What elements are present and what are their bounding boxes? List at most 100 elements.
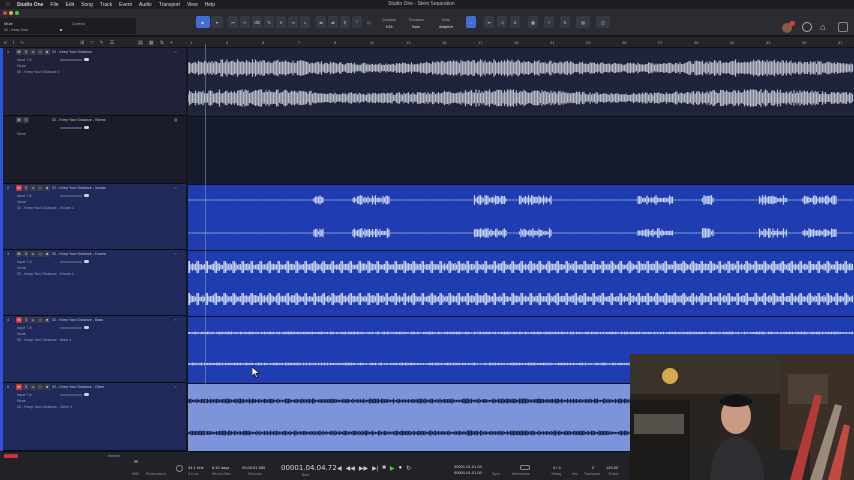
track-color-strip[interactable] — [0, 250, 3, 316]
track-dropdown-icon[interactable] — [60, 29, 62, 31]
track-name[interactable]: 02 - Keep Your Distance - Bass — [52, 318, 103, 322]
input-monitor-button[interactable]: ■ — [44, 185, 50, 191]
mute-button[interactable]: M — [16, 384, 22, 390]
timeline-ruler[interactable]: 1 3 5 7 9 11 13 15 17 19 21 23 25 27 29 31 33 35 37 — [188, 37, 854, 48]
playhead[interactable] — [205, 44, 206, 451]
mute-button[interactable]: M — [16, 317, 22, 323]
input-monitor-button[interactable]: ■ — [44, 49, 50, 55]
zoom-window-icon[interactable] — [15, 11, 19, 15]
fast-forward-icon[interactable]: ▶▶ — [359, 465, 368, 472]
snap-toggle-button[interactable]: • — [466, 16, 476, 28]
folder-icon[interactable]: □ — [90, 40, 93, 46]
solo-button[interactable]: S — [23, 117, 29, 123]
menu-view[interactable]: View — [187, 2, 198, 8]
track-header[interactable]: 4 M S ● ◁ ■ 02 - Keep Your Distance - Ba… — [0, 316, 186, 383]
listen-tool-button[interactable]: ♫ — [300, 16, 310, 28]
mute-tool-button[interactable]: ✕ — [276, 16, 286, 28]
automation-icon[interactable]: ∿ — [20, 40, 24, 46]
paint-tool-button[interactable]: ✎ — [264, 16, 274, 28]
quantize-select[interactable]: 1/16 — [378, 25, 400, 29]
track-header[interactable]: M S 02 - Keep Your Distance - Stems ▧ No… — [0, 116, 186, 184]
track-header[interactable]: 2 M S ● ◁ ■ 02 - Keep Your Distance - Vo… — [0, 184, 186, 250]
pan-toggle-icon[interactable] — [84, 393, 89, 396]
pencil-icon[interactable]: ✎ — [99, 40, 103, 46]
performance-label[interactable]: Performance — [146, 472, 166, 476]
iq-label[interactable]: IQ — [364, 21, 374, 25]
range-tool-button[interactable]: ↦ — [228, 16, 238, 28]
metronome-label[interactable]: Metronome — [512, 472, 530, 476]
mute-button[interactable]: M — [16, 251, 22, 257]
pan-toggle-icon[interactable] — [84, 326, 89, 329]
volume-fader[interactable] — [60, 394, 82, 396]
track-input[interactable]: Input 7-8 — [17, 393, 32, 397]
monitor-button[interactable]: ◁ — [37, 317, 43, 323]
inspector-icon[interactable]: i — [13, 40, 14, 46]
track-header[interactable]: 1 M S ● ◁ ■ 02 - Keep Your Distance ∿ In… — [0, 48, 186, 116]
track-input[interactable]: Input 7-8 — [17, 326, 32, 330]
arrow-tool-dropdown-icon[interactable]: ▾ — [211, 16, 223, 28]
track-list-menu-icon[interactable]: ≡ — [4, 40, 7, 46]
pan-toggle-icon[interactable] — [84, 260, 89, 263]
apple-icon[interactable]:  — [6, 2, 10, 8]
snap-select[interactable]: Adaptive — [432, 25, 460, 29]
metronome-icon[interactable] — [520, 465, 530, 470]
list-icon[interactable]: ☰ — [110, 40, 114, 46]
transpose-value[interactable]: 0 — [592, 465, 594, 470]
record-arm-all-button[interactable] — [4, 454, 18, 458]
crossfade-button[interactable]: ⨯ — [510, 16, 520, 28]
track-output[interactable]: 02 - Keep Your Distance - Other 1 — [17, 405, 72, 409]
track-color-strip[interactable] — [0, 48, 3, 116]
folder-icon[interactable]: ▧ — [174, 118, 177, 122]
arrow-tool-button[interactable]: ▶ — [196, 16, 210, 28]
zoom-tool-button[interactable]: ⚲ — [340, 16, 350, 28]
track-none-select[interactable]: None — [17, 332, 26, 336]
record-arm-button[interactable]: ● — [30, 384, 36, 390]
solo-button[interactable]: S — [23, 49, 29, 55]
minimize-window-icon[interactable] — [9, 11, 13, 15]
sync-button[interactable]: ↻ — [560, 16, 570, 28]
track-header[interactable]: 3 M S ● ◁ ■ 02 - Keep Your Distance - Dr… — [0, 250, 186, 316]
track-header[interactable]: 5 M S ● ◁ ■ 02 - Keep Your Distance - Ot… — [0, 383, 186, 451]
rewind-icon[interactable]: ◀◀ — [346, 465, 355, 472]
mute-button[interactable]: M — [16, 49, 22, 55]
account-icon[interactable] — [802, 22, 812, 32]
track-output[interactable]: 02 - Keep Your Distance - Vocals 1 — [17, 206, 74, 210]
input-monitor-button[interactable]: ■ — [44, 384, 50, 390]
input-monitor-button[interactable]: ■ — [44, 317, 50, 323]
track-name[interactable]: 02 - Keep Your Distance - Drums — [52, 252, 106, 256]
help-button[interactable]: ? — [544, 16, 554, 28]
track-none-select[interactable]: None — [17, 399, 26, 403]
menu-song[interactable]: Song — [81, 2, 93, 8]
automation-lane-icon[interactable]: ∿ — [174, 252, 177, 256]
record-arm-button[interactable]: ● — [30, 251, 36, 257]
input-monitor-button[interactable]: ■ — [44, 251, 50, 257]
eraser-tool-button[interactable]: ⌫ — [252, 16, 262, 28]
loop-icon[interactable]: ↻ — [406, 465, 411, 472]
track-none-select[interactable]: None — [17, 200, 26, 204]
track-output[interactable]: 02 - Keep Your Distance 1 — [17, 70, 60, 74]
menu-edit[interactable]: Edit — [65, 2, 74, 8]
volume-fader[interactable] — [60, 127, 82, 129]
volume-fader[interactable] — [60, 195, 82, 197]
track-input[interactable]: Input 7-8 — [17, 260, 32, 264]
locate-button[interactable]: ⇄ — [328, 16, 338, 28]
automation-lane-icon[interactable]: ∿ — [174, 318, 177, 322]
pan-toggle-icon[interactable] — [84, 126, 89, 129]
track-none-select[interactable]: None — [17, 132, 26, 136]
monitor-button[interactable]: ◁ — [37, 384, 43, 390]
pan-toggle-icon[interactable] — [84, 58, 89, 61]
menu-help[interactable]: Help — [205, 2, 215, 8]
track-name[interactable]: 02 - Keep Your Distance - Stems — [52, 118, 106, 122]
track-color-strip[interactable] — [0, 116, 3, 184]
split-tool-button[interactable]: ✂ — [240, 16, 250, 28]
close-window-icon[interactable] — [3, 11, 7, 15]
add-track-icon[interactable]: ⊞ — [80, 40, 84, 46]
menu-event[interactable]: Event — [119, 2, 132, 8]
monitor-button[interactable]: ◁ — [37, 251, 43, 257]
position-display[interactable]: 00001.04.04.72 — [281, 464, 337, 472]
record-arm-button[interactable]: ● — [30, 49, 36, 55]
track-name[interactable]: 02 - Keep Your Distance - Other — [52, 385, 104, 389]
horizontal-scroll-left-icon[interactable] — [134, 460, 138, 463]
solo-button[interactable]: S — [23, 317, 29, 323]
grid-view-icon[interactable]: ▦ — [149, 40, 154, 46]
